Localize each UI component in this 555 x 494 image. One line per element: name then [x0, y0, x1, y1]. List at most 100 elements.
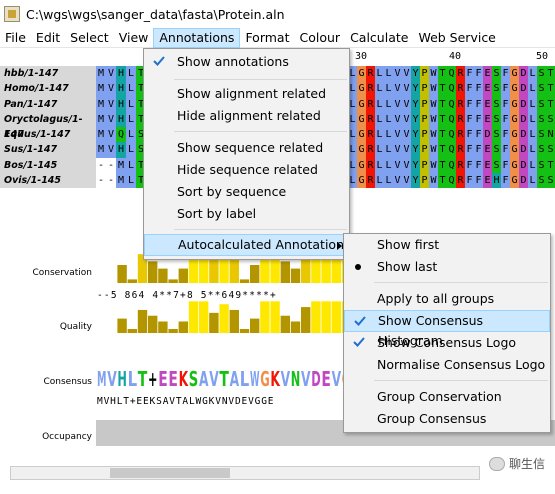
residue-cell[interactable]: T — [546, 96, 555, 112]
residue-cell[interactable]: P — [420, 157, 429, 173]
residue-cell[interactable]: V — [393, 66, 402, 82]
residue-cell[interactable]: Y — [411, 66, 420, 82]
alignment-right-block[interactable]: LGRLLVVYPWTQRFFESFGDLSTLGRLLVVYPWTQRFFES… — [348, 66, 555, 188]
residue-cell[interactable]: F — [474, 81, 483, 97]
residue-cell[interactable]: G — [510, 172, 519, 188]
residue-cell[interactable]: E — [483, 157, 492, 173]
residue-cell[interactable]: Y — [411, 96, 420, 112]
residue-cell[interactable]: R — [366, 172, 375, 188]
residue-cell[interactable]: P — [420, 66, 429, 82]
residue-cell[interactable]: W — [429, 157, 438, 173]
annotation-label-conservation[interactable]: Conservation — [32, 268, 92, 278]
residue-cell[interactable]: F — [465, 111, 474, 127]
residue-cell[interactable]: P — [420, 81, 429, 97]
residue-cell[interactable]: F — [474, 142, 483, 158]
residue-cell[interactable]: F — [474, 96, 483, 112]
residue-cell[interactable]: D — [519, 172, 528, 188]
residue-cell[interactable]: L — [375, 157, 384, 173]
annotation-label-occupancy[interactable]: Occupancy — [42, 432, 92, 442]
sequence-name[interactable]: Pan/1-147 — [0, 97, 96, 112]
residue-cell[interactable]: D — [519, 81, 528, 97]
residue-cell[interactable]: L — [126, 66, 136, 82]
residue-cell[interactable]: T — [438, 81, 447, 97]
residue-cell[interactable]: L — [126, 172, 136, 188]
residue-cell[interactable]: W — [429, 96, 438, 112]
residue-cell[interactable]: L — [375, 111, 384, 127]
residue-cell[interactable]: R — [456, 127, 465, 143]
residue-cell[interactable]: G — [357, 66, 366, 82]
residue-cell[interactable]: R — [366, 111, 375, 127]
residue-cell[interactable]: L — [528, 127, 537, 143]
residue-cell[interactable]: L — [375, 81, 384, 97]
residue-cell[interactable]: W — [429, 81, 438, 97]
residue-cell[interactable]: R — [456, 96, 465, 112]
residue-cell[interactable]: G — [510, 127, 519, 143]
residue-cell[interactable]: S — [546, 111, 555, 127]
residue-cell[interactable]: - — [96, 172, 106, 188]
residue-cell[interactable]: R — [456, 66, 465, 82]
menu-select[interactable]: Select — [65, 28, 114, 48]
residue-cell[interactable]: L — [126, 96, 136, 112]
residue-cell[interactable]: G — [510, 66, 519, 82]
residue-cell[interactable]: T — [438, 172, 447, 188]
residue-cell[interactable]: G — [357, 111, 366, 127]
residue-cell[interactable]: Y — [411, 142, 420, 158]
residue-cell[interactable]: S — [492, 111, 501, 127]
residue-cell[interactable]: G — [510, 157, 519, 173]
residue-cell[interactable]: F — [465, 127, 474, 143]
residue-cell[interactable]: R — [456, 172, 465, 188]
residue-cell[interactable]: W — [429, 172, 438, 188]
residue-cell[interactable]: Y — [411, 157, 420, 173]
menu-item-show-consensus-logo[interactable]: Show Consensus Logo — [344, 332, 550, 354]
residue-cell[interactable]: S — [492, 127, 501, 143]
residue-cell[interactable]: R — [366, 127, 375, 143]
residue-cell[interactable]: L — [384, 142, 393, 158]
residue-cell[interactable]: E — [483, 96, 492, 112]
annotation-label-consensus[interactable]: Consensus — [43, 377, 92, 387]
menu-format[interactable]: Format — [240, 28, 294, 48]
residue-cell[interactable]: F — [501, 96, 510, 112]
menu-item-show-last[interactable]: Show last — [344, 256, 550, 278]
residue-cell[interactable]: L — [126, 111, 136, 127]
residue-cell[interactable]: V — [393, 127, 402, 143]
menu-item-autocalculated-annotation[interactable]: Autocalculated Annotation — [144, 234, 349, 256]
residue-cell[interactable]: V — [402, 127, 411, 143]
residue-cell[interactable]: - — [106, 157, 116, 173]
residue-cell[interactable]: M — [96, 111, 106, 127]
residue-cell[interactable]: L — [528, 157, 537, 173]
residue-cell[interactable]: F — [501, 111, 510, 127]
residue-cell[interactable]: - — [96, 157, 106, 173]
residue-cell[interactable]: Q — [447, 157, 456, 173]
sequence-name[interactable]: hbb/1-147 — [0, 66, 96, 81]
sequence-name[interactable]: Ovis/1-145 — [0, 173, 96, 188]
residue-cell[interactable]: S — [537, 157, 546, 173]
residue-cell[interactable]: D — [519, 111, 528, 127]
residue-cell[interactable]: S — [537, 111, 546, 127]
residue-cell[interactable]: G — [510, 96, 519, 112]
residue-cell[interactable]: Y — [411, 81, 420, 97]
residue-cell[interactable]: L — [126, 81, 136, 97]
horizontal-scrollbar[interactable] — [0, 448, 555, 494]
residue-cell[interactable]: G — [357, 81, 366, 97]
menu-item-show-annotations[interactable]: Show annotations — [144, 51, 349, 73]
residue-cell[interactable]: R — [366, 157, 375, 173]
residue-cell[interactable]: F — [465, 142, 474, 158]
residue-cell[interactable]: V — [393, 172, 402, 188]
residue-cell[interactable]: P — [420, 127, 429, 143]
residue-cell[interactable]: D — [519, 142, 528, 158]
menu-view[interactable]: View — [114, 28, 154, 48]
residue-cell[interactable]: M — [96, 81, 106, 97]
residue-cell[interactable]: T — [438, 142, 447, 158]
residue-cell[interactable]: F — [465, 157, 474, 173]
residue-cell[interactable]: R — [366, 66, 375, 82]
residue-cell[interactable]: R — [456, 81, 465, 97]
residue-cell[interactable]: S — [537, 96, 546, 112]
residue-cell[interactable]: P — [420, 96, 429, 112]
residue-cell[interactable]: M — [96, 142, 106, 158]
residue-cell[interactable]: F — [474, 157, 483, 173]
scrollbar-track[interactable] — [10, 466, 480, 480]
residue-cell[interactable]: D — [519, 127, 528, 143]
residue-cell[interactable]: L — [384, 127, 393, 143]
residue-cell[interactable]: P — [420, 172, 429, 188]
residue-cell[interactable]: F — [501, 172, 510, 188]
